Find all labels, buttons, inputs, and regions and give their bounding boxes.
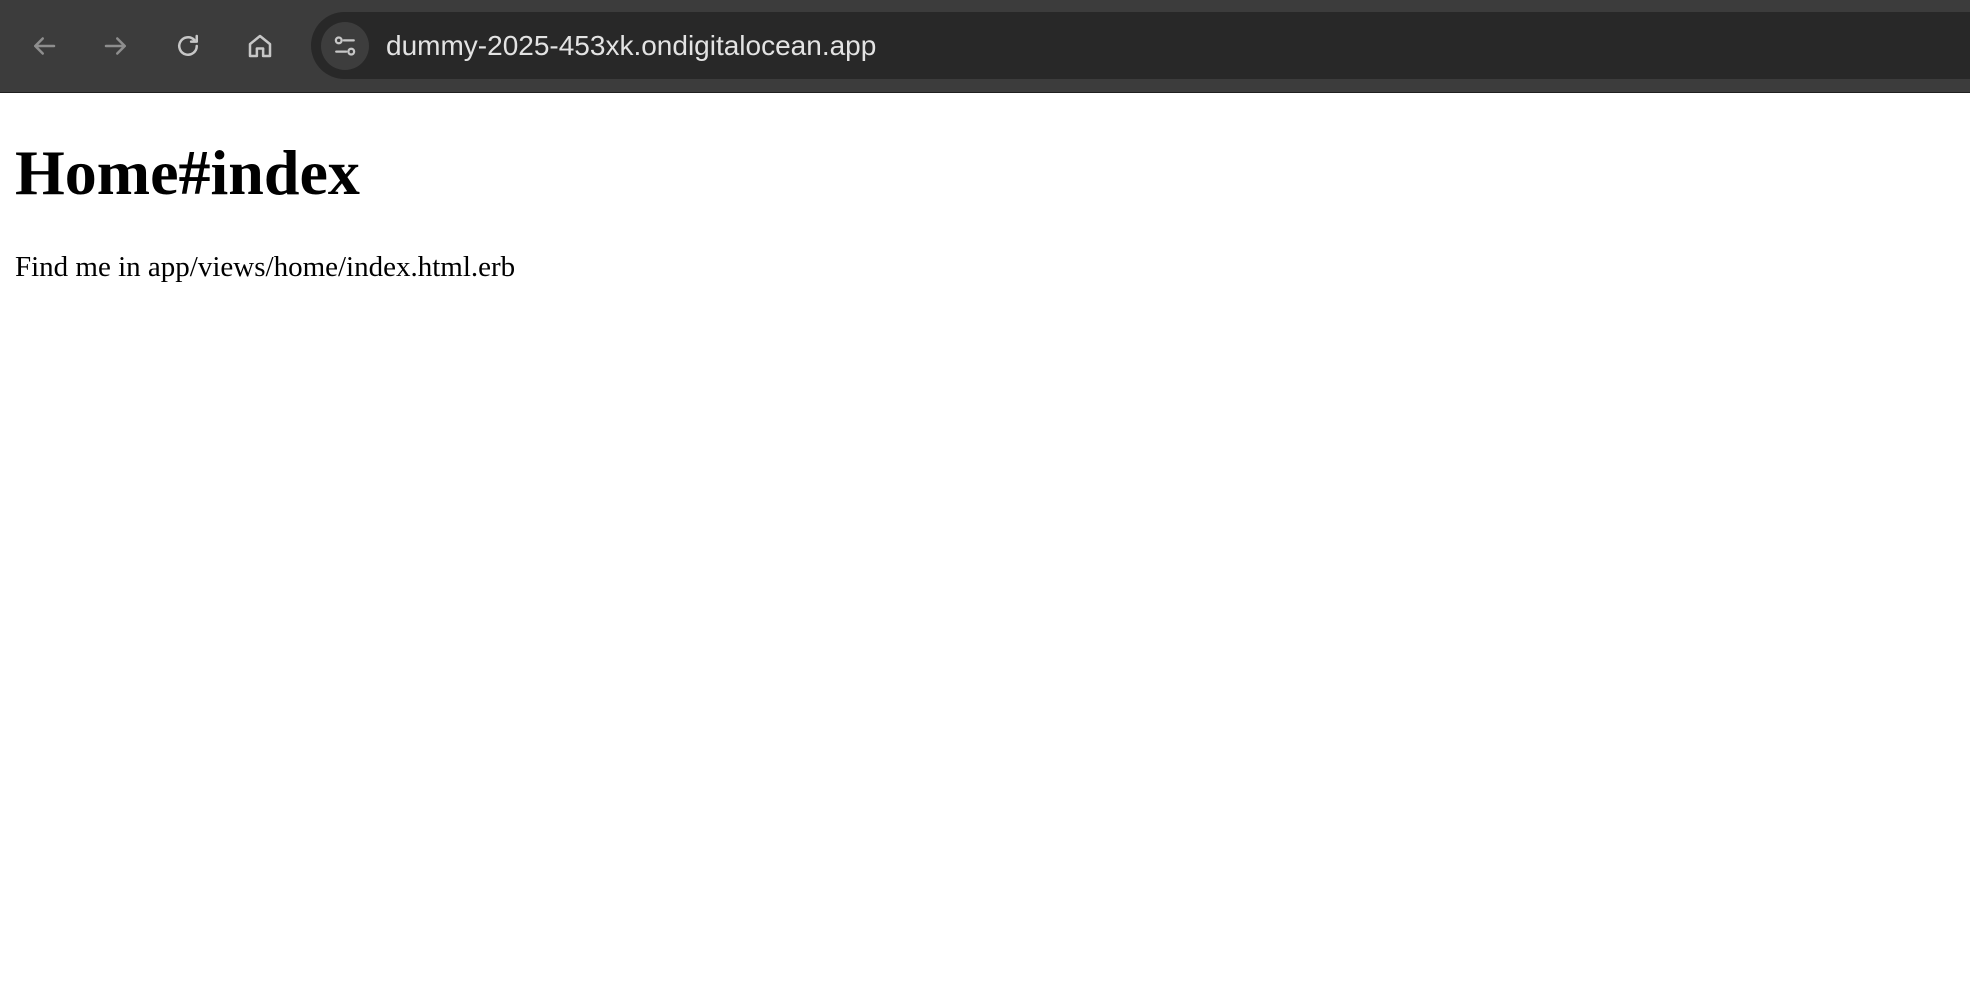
page-description: Find me in app/views/home/index.html.erb xyxy=(15,251,516,284)
reload-button[interactable] xyxy=(164,22,212,70)
tune-icon xyxy=(334,36,356,56)
home-button[interactable] xyxy=(236,22,284,70)
forward-button[interactable] xyxy=(92,22,140,70)
arrow-left-icon xyxy=(34,37,56,55)
url-text[interactable]: dummy-2025-453xk.ondigitalocean.app xyxy=(386,12,876,79)
arrow-right-icon xyxy=(104,37,126,55)
page-content: Home#index Find me in app/views/home/ind… xyxy=(15,93,1955,285)
back-button[interactable] xyxy=(20,22,68,70)
page-title: Home#index xyxy=(15,137,360,208)
site-info-button[interactable] xyxy=(321,22,369,70)
reload-icon xyxy=(178,34,198,56)
address-bar[interactable]: dummy-2025-453xk.ondigitalocean.app xyxy=(311,12,1970,79)
home-icon xyxy=(248,34,272,58)
browser-toolbar: dummy-2025-453xk.ondigitalocean.app xyxy=(0,0,1970,93)
